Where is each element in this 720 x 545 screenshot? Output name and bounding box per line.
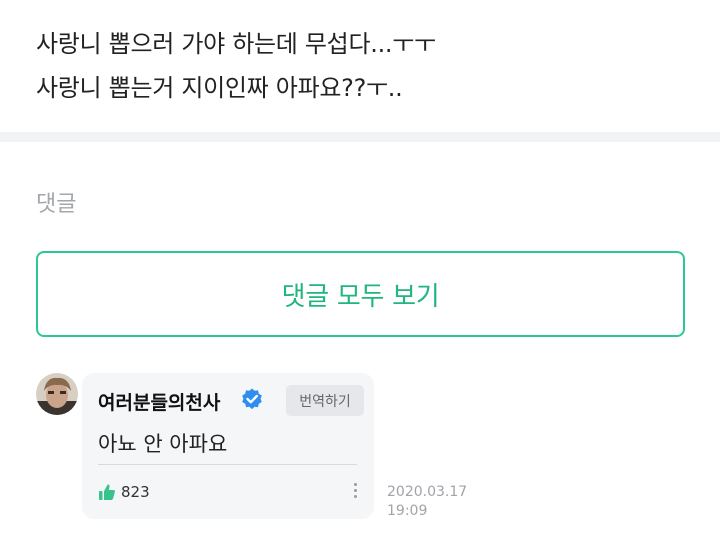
comment-text: 아뇨 안 아파요 xyxy=(98,432,228,456)
comment-author[interactable]: 여러분들의천사 xyxy=(98,388,220,415)
comments-heading: 댓글 xyxy=(36,192,77,217)
avatar-image xyxy=(36,373,78,415)
comment-divider xyxy=(98,464,357,465)
view-all-comments-button[interactable]: 댓글 모두 보기 xyxy=(36,251,685,337)
post-text-line-1: 사랑니 뽑으러 가야 하는데 무섭다...ㅜㅜ xyxy=(36,30,436,58)
like-button[interactable]: 823 xyxy=(98,483,150,501)
post-text-line-2: 사랑니 뽑는거 지이인짜 아파요??ㅜ.. xyxy=(36,74,403,102)
thumbs-up-icon xyxy=(99,484,115,500)
section-divider xyxy=(0,132,720,142)
comment-bubble: 여러분들의천사 번역하기 아뇨 안 아파요 823 xyxy=(82,373,374,519)
comment-date: 2020.03.17 xyxy=(387,484,468,500)
verified-badge-icon xyxy=(242,388,262,410)
comment-timestamp: 2020.03.17 19:09 xyxy=(387,483,467,521)
translate-button[interactable]: 번역하기 xyxy=(286,385,364,416)
more-options-icon[interactable] xyxy=(351,483,359,501)
like-count: 823 xyxy=(121,483,150,501)
post-body: 사랑니 뽑으러 가야 하는데 무섭다...ㅜㅜ 사랑니 뽑는거 지이인짜 아파요… xyxy=(0,0,720,132)
avatar[interactable] xyxy=(36,373,78,415)
comment-time: 19:09 xyxy=(387,503,428,519)
